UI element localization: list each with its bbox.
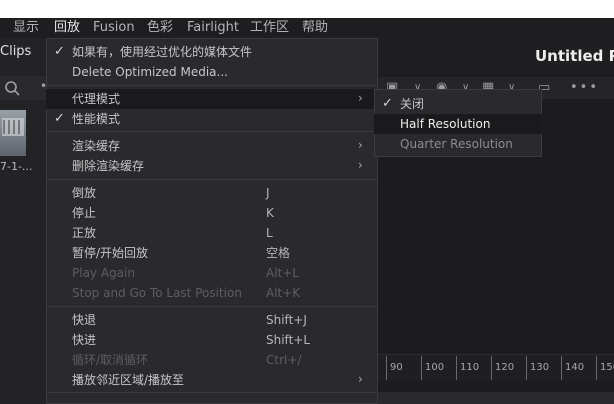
chevron-right-icon: › (358, 158, 363, 172)
menu-item-play-again: Play Again Alt+L (46, 263, 378, 283)
project-title: Untitled Pr (535, 47, 614, 65)
menu-item-render-cache[interactable]: 渲染缓存 › (46, 136, 378, 156)
menu-item-play-around[interactable]: 播放邻近区域/播放至 › (46, 370, 378, 390)
ruler-tick: 130 (526, 356, 549, 380)
more-icon[interactable]: ••• (570, 80, 599, 95)
menubar: 显示 回放 Fusion 色彩 Fairlight 工作区 帮助 (0, 18, 614, 38)
menu-item-stop[interactable]: 停止 K (46, 203, 378, 223)
clip-name: 7-1-... (0, 160, 33, 173)
menu-separator (46, 85, 378, 86)
menu-item-shortcut: Alt+L (266, 266, 299, 280)
checkmark-icon: ✓ (382, 96, 393, 111)
menu-item-performance-mode[interactable]: ✓ 性能模式 (46, 109, 378, 129)
menu-item-delete-render-cache[interactable]: 删除渲染缓存 › (46, 156, 378, 176)
menu-item-delete-optimized-media[interactable]: Delete Optimized Media... (46, 62, 378, 82)
submenu-item-label: Quarter Resolution (400, 137, 513, 151)
submenu-item-off[interactable]: ✓ 关闭 (374, 94, 542, 114)
menu-item-proxy-mode[interactable]: 代理模式 › (46, 89, 378, 109)
ruler-tick: 100 (421, 356, 444, 380)
checkmark-icon: ✓ (54, 111, 65, 126)
clip-thumbnail[interactable] (0, 110, 26, 156)
chevron-right-icon: › (358, 91, 363, 105)
ruler-tick: 150 (596, 356, 614, 380)
menu-item-label: 循环/取消循环 (72, 353, 149, 367)
submenu-item-label: 关闭 (400, 97, 425, 111)
clip-thumbnail-image-icon (2, 118, 24, 136)
menu-item-fast-reverse[interactable]: 快退 Shift+J (46, 310, 378, 330)
checkmark-icon: ✓ (54, 44, 65, 59)
menu-item-label: 代理模式 (72, 92, 121, 106)
menu-workspace[interactable]: 工作区 (250, 20, 289, 36)
menu-fairlight[interactable]: Fairlight (187, 20, 239, 36)
top-margin (0, 0, 614, 18)
menu-item-label: 如果有，使用经过优化的媒体文件 (72, 45, 253, 59)
media-pool-toolbar: • (0, 76, 47, 100)
menu-item-shortcut: Shift+J (266, 313, 307, 327)
menu-item-loop: 循环/取消循环 Ctrl+/ (46, 350, 378, 370)
menu-item-label: Play Again (72, 266, 135, 280)
menu-item-label: 快退 (72, 313, 97, 327)
menu-item-label: 快进 (72, 333, 97, 347)
menu-separator (46, 131, 378, 132)
menu-fusion[interactable]: Fusion (93, 20, 135, 36)
menu-item-label: 删除渲染缓存 (72, 159, 145, 173)
menu-separator (46, 306, 378, 307)
chevron-right-icon: › (358, 372, 363, 386)
menu-item-label: 渲染缓存 (72, 139, 121, 153)
menu-item-fast-forward[interactable]: 快进 Shift+L (46, 330, 378, 350)
menu-item-label: 性能模式 (72, 112, 121, 126)
menu-item-shortcut: L (266, 226, 273, 240)
menu-separator (46, 179, 378, 180)
menu-color[interactable]: 色彩 (147, 20, 173, 36)
menu-item-reverse[interactable]: 倒放 J (46, 183, 378, 203)
menu-playback[interactable]: 回放 (54, 20, 80, 36)
menu-item-shortcut: Shift+L (266, 333, 311, 347)
menu-item-label: 停止 (72, 206, 97, 220)
menu-item-stop-go-last: Stop and Go To Last Position Alt+K (46, 283, 378, 303)
menu-item-shortcut: 空格 (266, 246, 291, 260)
search-icon[interactable] (4, 80, 20, 96)
menu-item-forward[interactable]: 正放 L (46, 223, 378, 243)
submenu-item-quarter-resolution[interactable]: Quarter Resolution (374, 134, 542, 154)
ruler-tick: 90 (386, 356, 403, 380)
menu-item-label: 暂停/开始回放 (72, 246, 149, 260)
ruler-tick: 110 (456, 356, 479, 380)
menu-item-label: Delete Optimized Media... (72, 65, 228, 79)
menu-item-shortcut: Alt+K (266, 286, 301, 300)
ruler-tick: 120 (491, 356, 514, 380)
menu-item-play-pause[interactable]: 暂停/开始回放 空格 (46, 243, 378, 263)
menu-item-use-optimized-media[interactable]: ✓ 如果有，使用经过优化的媒体文件 (46, 42, 378, 62)
menu-item-shortcut: Ctrl+/ (266, 353, 302, 367)
clips-tab[interactable]: Clips (0, 44, 31, 59)
submenu-item-half-resolution[interactable]: Half Resolution (374, 114, 542, 134)
menu-item-shortcut: J (266, 186, 270, 200)
timeline-track-strip (378, 392, 614, 404)
menu-item-label: 播放邻近区域/播放至 (72, 373, 185, 387)
ruler-tick: 140 (561, 356, 584, 380)
submenu-item-label: Half Resolution (400, 117, 491, 131)
chevron-right-icon: › (358, 138, 363, 152)
menu-item-shortcut: K (266, 206, 274, 220)
menu-help[interactable]: 帮助 (302, 20, 328, 36)
menu-view[interactable]: 显示 (13, 20, 39, 36)
menu-item-label: Stop and Go To Last Position (72, 286, 242, 300)
menu-item-label: 倒放 (72, 186, 97, 200)
menu-separator (46, 392, 378, 393)
menu-item-label: 正放 (72, 226, 97, 240)
